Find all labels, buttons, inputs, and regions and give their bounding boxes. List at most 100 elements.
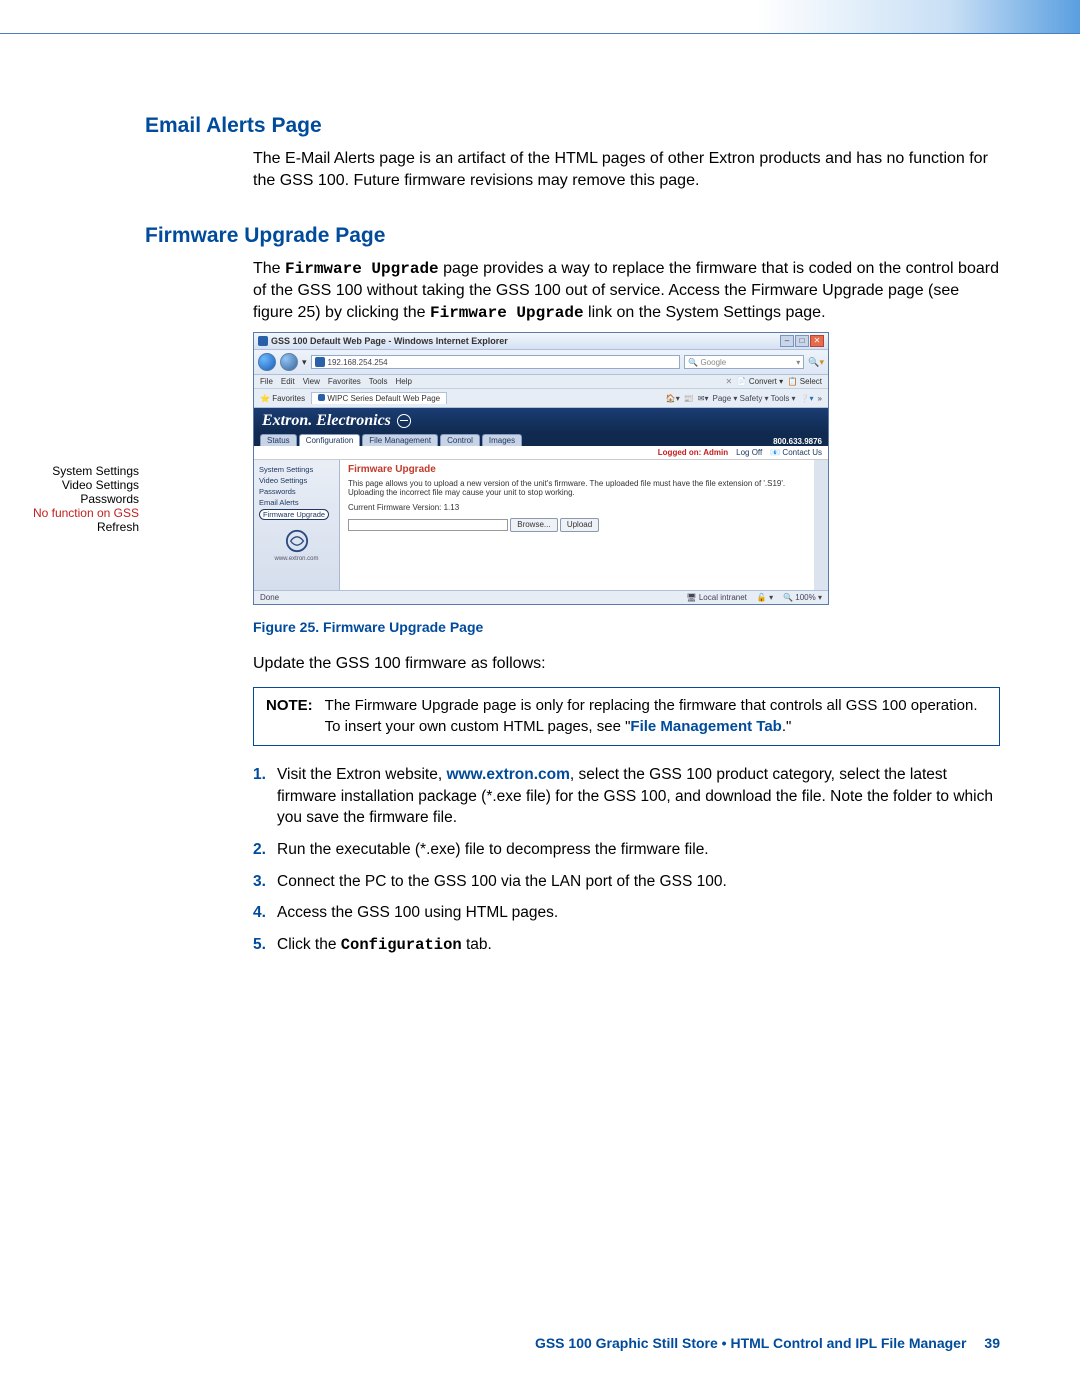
phone-number: 800.633.9876: [773, 437, 822, 446]
step-number: 5.: [253, 934, 277, 957]
active-tab[interactable]: WIPC Series Default Web Page: [311, 392, 447, 404]
menu-view[interactable]: View: [303, 377, 320, 386]
ie-window: GSS 100 Default Web Page - Windows Inter…: [253, 332, 829, 605]
status-done: Done: [260, 593, 279, 602]
ie-titlebar: GSS 100 Default Web Page - Windows Inter…: [254, 333, 828, 350]
window-title: GSS 100 Default Web Page - Windows Inter…: [258, 336, 508, 346]
globe-icon: [397, 414, 411, 428]
logged-on-label: Logged on: Admin: [658, 448, 728, 457]
pane-description: This page allows you to upload a new ver…: [348, 479, 806, 497]
heading-email-alerts: Email Alerts Page: [145, 114, 1000, 138]
step-1: 1. Visit the Extron website, www.extron.…: [253, 764, 1000, 829]
select-button[interactable]: 📋 Select: [788, 377, 822, 386]
mono-text: Firmware Upgrade: [430, 304, 584, 322]
label-no-function: No function on GSS: [15, 507, 139, 521]
step-number: 4.: [253, 902, 277, 924]
minimize-button[interactable]: –: [780, 335, 794, 347]
menu-help[interactable]: Help: [395, 377, 411, 386]
note-label: NOTE:: [266, 696, 313, 737]
sidebar-item-firmware-upgrade[interactable]: Firmware Upgrade: [257, 508, 336, 521]
logoff-link[interactable]: Log Off: [736, 448, 762, 457]
text: The: [253, 260, 285, 277]
extron-brand-bar: Extron. Electronics: [254, 408, 828, 434]
main-pane: Firmware Upgrade This page allows you to…: [340, 460, 828, 590]
login-status-bar: Logged on: Admin Log Off 📧 Contact Us: [254, 446, 828, 460]
ie-favorites-row: ⭐ Favorites WIPC Series Default Web Page…: [254, 389, 828, 408]
step-2: 2. Run the executable (*.exe) file to de…: [253, 839, 1000, 861]
firmware-version: Current Firmware Version: 1.13: [348, 503, 806, 512]
ie-status-bar: Done 🖥 Local intranet 🔓 ▾ 🔍 100% ▾: [254, 590, 828, 604]
page-body: System Settings Video Settings Passwords…: [254, 460, 828, 590]
pane-heading: Firmware Upgrade: [348, 464, 806, 475]
maximize-button[interactable]: □: [795, 335, 809, 347]
close-button[interactable]: ✕: [810, 335, 824, 347]
status-zone: 🖥 Local intranet: [686, 593, 746, 602]
status-protected: 🔓 ▾: [757, 593, 773, 602]
label-system-settings: System Settings: [15, 465, 139, 479]
label-video-settings: Video Settings: [15, 479, 139, 493]
search-input[interactable]: 🔍 Google▾: [684, 355, 804, 369]
tab-images[interactable]: Images: [482, 434, 522, 446]
convert-button[interactable]: 📄 Convert ▾: [737, 377, 783, 386]
page-footer: GSS 100 Graphic Still Store • HTML Contr…: [535, 1335, 1000, 1351]
menu-tools[interactable]: Tools: [369, 377, 388, 386]
tab-status[interactable]: Status: [260, 434, 297, 446]
update-instruction: Update the GSS 100 firmware as follows:: [253, 653, 1000, 675]
figure-caption: Figure 25. Firmware Upgrade Page: [253, 619, 1000, 635]
status-zoom[interactable]: 🔍 100% ▾: [783, 593, 822, 602]
page-number: 39: [984, 1335, 1000, 1351]
back-button[interactable]: [258, 353, 276, 371]
figure-side-labels: System Settings Video Settings Passwords…: [15, 465, 139, 534]
file-management-link[interactable]: File Management Tab: [630, 718, 781, 735]
paragraph-email-alerts: The E-Mail Alerts page is an artifact of…: [253, 148, 1000, 192]
sidebar-item-system-settings[interactable]: System Settings: [257, 464, 336, 475]
step-3: 3. Connect the PC to the GSS 100 via the…: [253, 871, 1000, 893]
heading-firmware-upgrade: Firmware Upgrade Page: [145, 224, 1000, 248]
page-top-band: [0, 0, 1080, 34]
forward-button[interactable]: [280, 353, 298, 371]
step-4: 4. Access the GSS 100 using HTML pages.: [253, 902, 1000, 924]
mail-icon[interactable]: ✉▾: [698, 394, 709, 403]
feed-icon[interactable]: 📰: [684, 394, 694, 403]
note-text: The Firmware Upgrade page is only for re…: [325, 696, 987, 737]
toolbar-right[interactable]: 🏠▾ 📰 ✉▾ Page ▾ Safety ▾ Tools ▾ ❔▾ »: [666, 394, 822, 403]
extron-logo-icon: [283, 529, 311, 553]
upload-button[interactable]: Upload: [560, 518, 599, 532]
sidebar-item-passwords[interactable]: Passwords: [257, 486, 336, 497]
favorites-button[interactable]: ⭐ Favorites: [260, 394, 305, 403]
sidebar-url: www.extron.com: [257, 555, 336, 563]
ie-address-bar: ▾ 192.168.254.254 🔍 Google▾ 🔍▾: [254, 350, 828, 375]
step-5: 5. Click the Configuration tab.: [253, 934, 1000, 957]
step-number: 3.: [253, 871, 277, 893]
extron-website-link[interactable]: www.extron.com: [446, 766, 569, 783]
address-input[interactable]: 192.168.254.254: [311, 355, 681, 369]
note-box: NOTE: The Firmware Upgrade page is only …: [253, 687, 1000, 746]
home-icon[interactable]: 🏠▾: [666, 394, 680, 403]
step-number: 2.: [253, 839, 277, 861]
menu-file[interactable]: File: [260, 377, 273, 386]
page-content: Email Alerts Page The E-Mail Alerts page…: [0, 34, 1080, 957]
contact-link[interactable]: 📧 Contact Us: [770, 448, 822, 457]
paragraph-firmware-intro: The Firmware Upgrade page provides a way…: [253, 258, 1000, 324]
text: link on the System Settings page.: [584, 304, 826, 321]
ie-menu-row: File Edit View Favorites Tools Help ✕ 📄 …: [254, 375, 828, 389]
tab-file-management[interactable]: File Management: [362, 434, 438, 446]
mono-text: Configuration: [341, 936, 462, 954]
menu-edit[interactable]: Edit: [281, 377, 295, 386]
tab-control[interactable]: Control: [440, 434, 480, 446]
extron-tabs: Status Configuration File Management Con…: [254, 434, 828, 446]
file-path-input[interactable]: [348, 519, 508, 531]
browse-button[interactable]: Browse...: [510, 518, 557, 532]
ie-app-icon: [258, 336, 268, 346]
label-refresh: Refresh: [15, 521, 139, 535]
sidebar-item-email-alerts[interactable]: Email Alerts: [257, 497, 336, 508]
sidebar-item-video-settings[interactable]: Video Settings: [257, 475, 336, 486]
menu-favorites[interactable]: Favorites: [328, 377, 361, 386]
help-icon[interactable]: ❔▾: [800, 394, 814, 403]
mono-text: Firmware Upgrade: [285, 260, 439, 278]
tab-configuration[interactable]: Configuration: [299, 434, 361, 446]
page-icon: [315, 357, 325, 367]
step-number: 1.: [253, 764, 277, 829]
figure-firmware-upgrade: System Settings Video Settings Passwords…: [145, 332, 1000, 605]
config-sidebar: System Settings Video Settings Passwords…: [254, 460, 340, 590]
